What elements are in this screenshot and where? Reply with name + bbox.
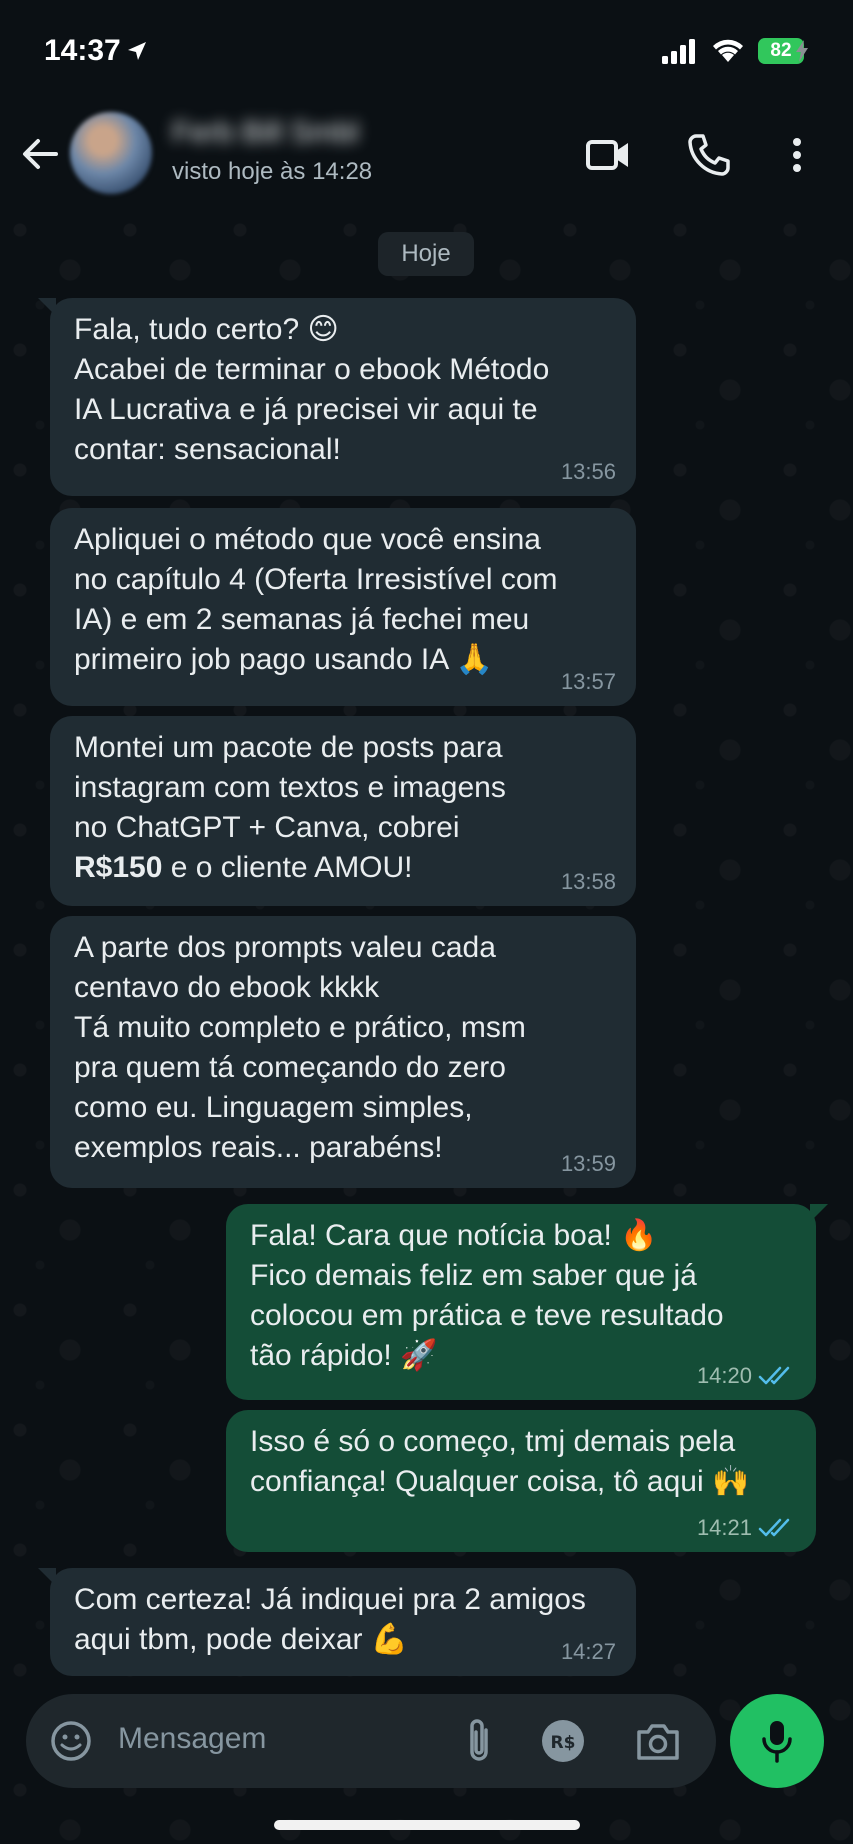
- message-line: colocou em prática e teve resultado: [250, 1299, 724, 1332]
- message-line: IA Lucrativa e já precisei vir aqui te: [74, 393, 538, 426]
- payment-icon[interactable]: R$: [538, 1716, 588, 1766]
- message-meta: 13:57: [561, 670, 616, 694]
- message-line: Montei um pacote de posts para: [74, 731, 503, 764]
- message-meta: 14:27: [561, 1640, 616, 1664]
- message-time: 13:58: [560, 869, 616, 894]
- message-line: Fala! Cara que notícia boa! 🔥: [250, 1219, 658, 1252]
- contact-avatar[interactable]: [70, 112, 152, 194]
- message-line: como eu. Linguagem simples,: [74, 1091, 473, 1124]
- message-line: Com certeza! Já indiquei pra 2 amigos: [74, 1583, 586, 1616]
- bubble-tail: [38, 1568, 56, 1586]
- chat-screen: 14:37 82 Ferb Bill Smbl visto hoje às 14…: [0, 0, 853, 1844]
- message-time: 13:56: [560, 459, 616, 484]
- last-seen-status: visto hoje às 14:28: [172, 158, 373, 185]
- charging-bolt-icon: [796, 40, 808, 62]
- message-line: Apliquei o método que você ensina: [74, 523, 541, 556]
- message-bubble-incoming[interactable]: Fala, tudo certo? 😊 Acabei de terminar o…: [38, 298, 636, 496]
- message-meta: 14:21: [697, 1516, 796, 1540]
- bubble-tail: [38, 298, 56, 316]
- date-separator: Hoje: [378, 232, 474, 276]
- camera-icon[interactable]: [634, 1718, 682, 1764]
- paperclip-icon[interactable]: [456, 1716, 502, 1766]
- message-bubble-incoming[interactable]: A parte dos prompts valeu cada centavo d…: [50, 916, 636, 1188]
- message-input[interactable]: Mensagem: [118, 1722, 266, 1756]
- message-time: 13:57: [560, 669, 616, 694]
- message-line: IA) e em 2 semanas já fechei meu: [74, 603, 530, 636]
- message-line: Fala, tudo certo? 😊: [74, 313, 339, 346]
- message-meta: 13:58: [561, 870, 616, 894]
- message-bubble-incoming[interactable]: Com certeza! Já indiquei pra 2 amigos aq…: [38, 1568, 636, 1676]
- message-meta: 13:59: [561, 1152, 616, 1176]
- message-bubble-incoming[interactable]: Montei um pacote de posts para instagram…: [50, 716, 636, 906]
- contact-name[interactable]: Ferb Bill Smbl: [172, 116, 359, 150]
- message-line: no ChatGPT + Canva, cobrei: [74, 811, 460, 844]
- bubble-tail: [810, 1204, 828, 1222]
- price-bold: R$150: [74, 851, 163, 884]
- message-line: confiança! Qualquer coisa, tô aqui 🙌: [250, 1465, 750, 1498]
- wifi-icon: [713, 39, 743, 62]
- message-time: 14:21: [696, 1515, 752, 1540]
- read-receipt-icon: [758, 1366, 790, 1385]
- message-meta: 13:56: [561, 460, 616, 484]
- message-time: 14:27: [560, 1639, 616, 1664]
- emoji-icon[interactable]: [48, 1718, 94, 1764]
- chat-header: Ferb Bill Smbl visto hoje às 14:28: [0, 100, 853, 210]
- message-line: contar: sensacional!: [74, 433, 341, 466]
- message-line: pra quem tá começando do zero: [74, 1051, 506, 1084]
- microphone-icon: [762, 1721, 792, 1763]
- message-line: R$150 e o cliente AMOU!: [74, 848, 610, 888]
- message-line: primeiro job pago usando IA 🙏: [74, 643, 494, 676]
- phone-call-icon[interactable]: [684, 130, 734, 180]
- svg-text:R$: R$: [551, 1733, 576, 1753]
- message-bubble-incoming[interactable]: Apliquei o método que você ensina no cap…: [50, 508, 636, 706]
- message-line: Acabei de terminar o ebook Método: [74, 353, 550, 386]
- home-indicator: [274, 1820, 580, 1830]
- message-line: aqui tbm, pode deixar 💪: [74, 1623, 409, 1656]
- back-arrow-icon[interactable]: [16, 130, 64, 178]
- message-composer[interactable]: Mensagem R$: [26, 1694, 716, 1788]
- message-line: no capítulo 4 (Oferta Irresistível com: [74, 563, 558, 596]
- read-receipt-icon: [758, 1518, 790, 1537]
- message-time: 14:20: [696, 1363, 752, 1388]
- message-meta: 14:20: [697, 1364, 796, 1388]
- voice-message-button[interactable]: [730, 1694, 824, 1788]
- message-time: 13:59: [560, 1151, 616, 1176]
- battery-level: 82: [770, 40, 792, 61]
- message-line: instagram com textos e imagens: [74, 771, 506, 804]
- more-options-icon[interactable]: [772, 130, 822, 180]
- message-line: centavo do ebook kkkk: [74, 971, 380, 1004]
- message-line: exemplos reais... parabéns!: [74, 1131, 443, 1164]
- cellular-signal-icon: [662, 39, 695, 64]
- message-line: Fico demais feliz em saber que já: [250, 1259, 697, 1292]
- status-bar: 14:37 82: [0, 0, 853, 100]
- video-call-icon[interactable]: [584, 130, 634, 180]
- message-bubble-outgoing[interactable]: Isso é só o começo, tmj demais pela conf…: [226, 1410, 816, 1552]
- message-line: A parte dos prompts valeu cada: [74, 931, 496, 964]
- message-line: Isso é só o começo, tmj demais pela: [250, 1425, 736, 1458]
- message-line: Tá muito completo e prático, msm: [74, 1011, 526, 1044]
- location-arrow-icon: [128, 42, 146, 60]
- message-line-rest: e o cliente AMOU!: [162, 851, 413, 884]
- message-bubble-outgoing[interactable]: Fala! Cara que notícia boa! 🔥 Fico demai…: [226, 1204, 828, 1400]
- status-time: 14:37: [44, 34, 121, 67]
